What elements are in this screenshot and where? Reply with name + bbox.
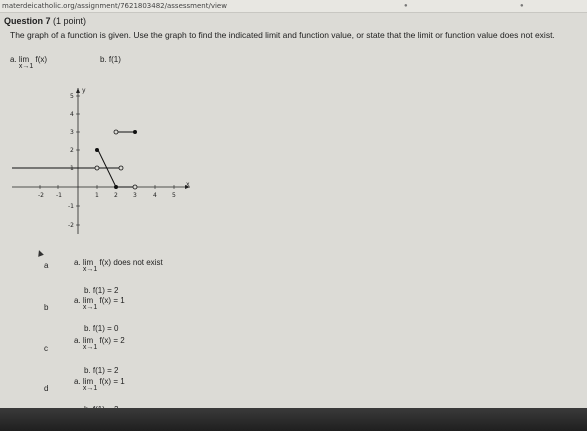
option-part-a: a. lim x→1 f(x) = 1 bbox=[74, 296, 125, 311]
x-tick-label: 5 bbox=[172, 192, 176, 199]
x-tick-label: -1 bbox=[56, 192, 62, 199]
y-tick-label: 4 bbox=[70, 111, 74, 118]
open-point bbox=[94, 165, 100, 171]
x-tick-label: -2 bbox=[38, 192, 44, 199]
option-part-a: a. lim x→1 f(x) = 1 bbox=[74, 377, 125, 392]
option-part-b: b. f(1) = 0 bbox=[84, 324, 119, 333]
closed-point bbox=[133, 130, 137, 134]
open-point bbox=[132, 184, 138, 190]
question-points: (1 point) bbox=[53, 16, 87, 26]
closed-point bbox=[114, 185, 118, 189]
limit-notation: lim x→1 bbox=[82, 296, 98, 311]
x-tick-label: 3 bbox=[133, 192, 137, 199]
option-part-b: b. f(1) = 2 bbox=[84, 286, 119, 295]
x-axis-label: x bbox=[186, 181, 190, 188]
y-tick-label: 5 bbox=[70, 93, 74, 100]
open-point bbox=[113, 129, 119, 135]
browser-url-bar[interactable]: materdeicatholic.org/assignment/76218034… bbox=[0, 0, 587, 13]
y-axis-label: y bbox=[82, 87, 86, 94]
option-part-a: a. lim x→1 f(x) does not exist bbox=[74, 258, 163, 273]
part-a-label: a. lim x→1 f(x) bbox=[10, 55, 48, 70]
y-tick-label: 3 bbox=[70, 129, 74, 136]
x-tick-label: 1 bbox=[95, 192, 99, 199]
limit-notation: lim x→1 bbox=[82, 336, 98, 351]
open-point bbox=[118, 165, 124, 171]
question-number: Question 7 bbox=[4, 16, 51, 26]
closed-point bbox=[95, 148, 99, 152]
menu-icon[interactable]: ● bbox=[520, 3, 524, 9]
x-tick-label: 2 bbox=[114, 192, 118, 199]
option-part-a: a. lim x→1 f(x) = 2 bbox=[74, 336, 125, 351]
limit-notation: lim x→1 bbox=[82, 377, 98, 392]
url-text: materdeicatholic.org/assignment/76218034… bbox=[2, 2, 227, 10]
limit-notation: lim x→1 bbox=[18, 55, 34, 70]
part-b-label: b. f(1) bbox=[100, 55, 121, 64]
option-letter[interactable]: a bbox=[44, 261, 48, 270]
y-axis-arrow bbox=[76, 88, 80, 93]
question-prompt: The graph of a function is given. Use th… bbox=[10, 30, 555, 40]
option-letter[interactable]: c bbox=[44, 344, 48, 353]
extension-icon[interactable]: ● bbox=[404, 3, 408, 9]
mouse-cursor bbox=[36, 249, 44, 257]
axis-ticks bbox=[39, 95, 175, 226]
function-graph: -2 -1 1 2 3 4 5 x 5 4 3 2 1 -1 -2 y bbox=[12, 87, 190, 234]
option-letter[interactable]: d bbox=[44, 384, 48, 393]
y-tick-label: -1 bbox=[68, 203, 74, 210]
limit-notation: lim x→1 bbox=[82, 258, 98, 273]
option-letter[interactable]: b bbox=[44, 303, 48, 312]
function-curve bbox=[12, 131, 134, 188]
screen-bezel bbox=[0, 408, 587, 431]
y-tick-label: -2 bbox=[68, 222, 74, 229]
question-title: Question 7 (1 point) bbox=[4, 16, 86, 26]
y-tick-label: 2 bbox=[70, 147, 74, 154]
option-part-b: b. f(1) = 2 bbox=[84, 366, 119, 375]
x-tick-label: 4 bbox=[153, 192, 157, 199]
